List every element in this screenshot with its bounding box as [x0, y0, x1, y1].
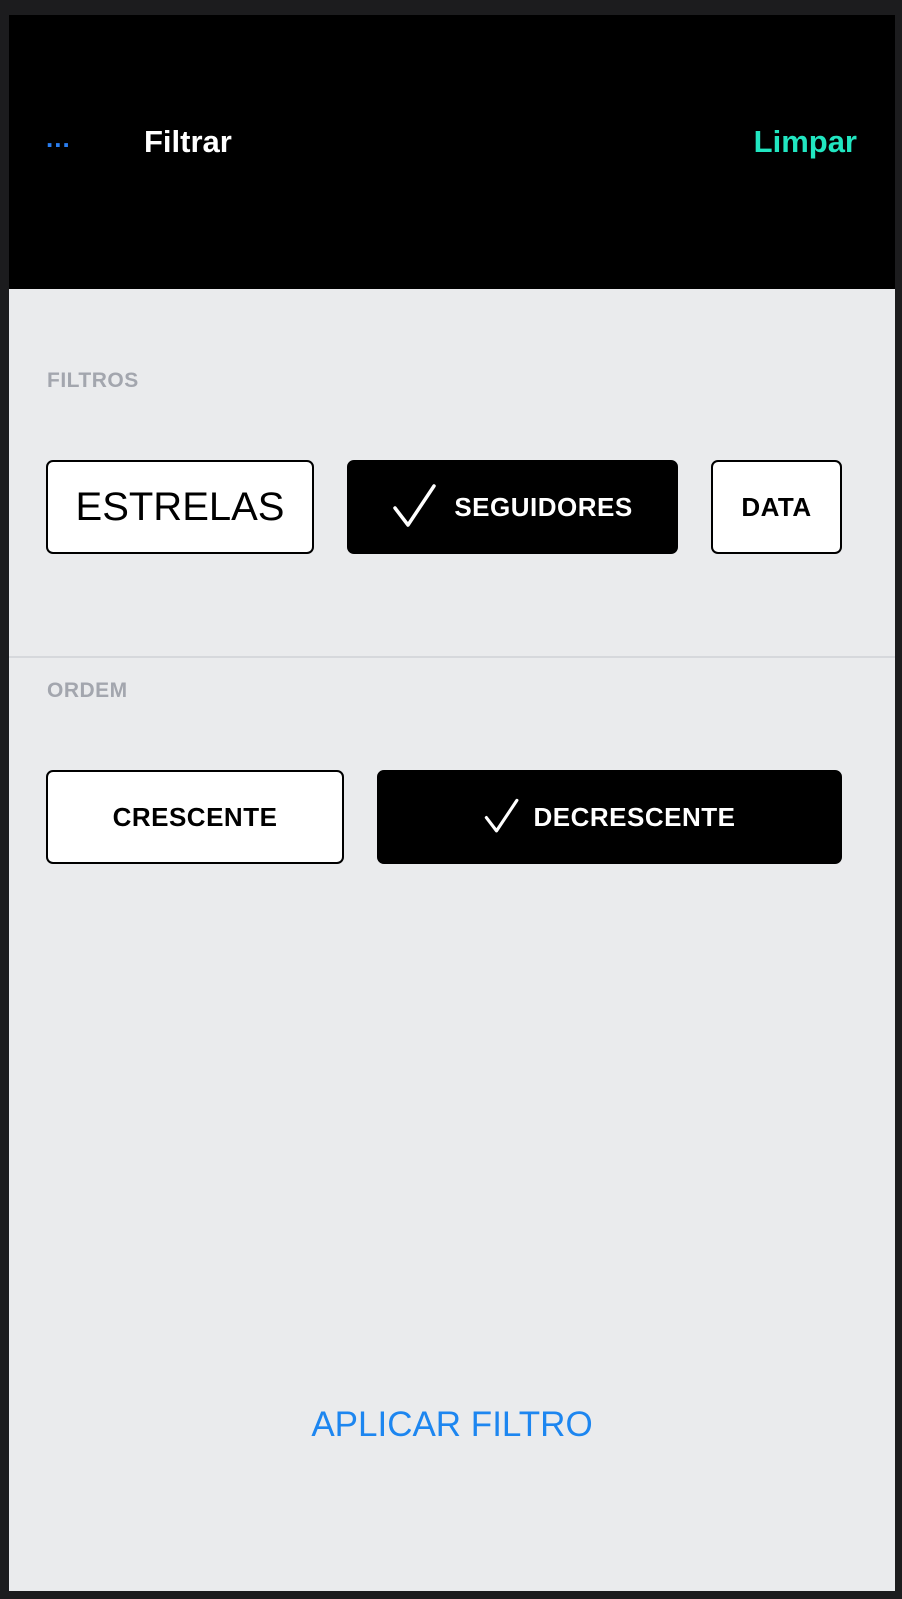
filter-option-label: ESTRELAS [75, 484, 285, 529]
navigation-bar: ... Filtrar Limpar [9, 15, 895, 289]
checkmark-icon [393, 484, 437, 527]
page-title: Filtrar [144, 124, 232, 159]
apply-filter-button[interactable]: APLICAR FILTRO [9, 1405, 895, 1445]
filter-option-estrelas[interactable]: ESTRELAS [46, 460, 314, 554]
filter-option-seguidores[interactable]: SEGUIDORES [347, 460, 678, 554]
order-option-label: CRESCENTE [112, 801, 278, 832]
order-option-label: DECRESCENTE [533, 801, 736, 832]
filter-option-data[interactable]: DATA [711, 460, 842, 554]
section-divider [9, 656, 895, 658]
filter-screen: ... Filtrar Limpar FILTROS ESTRELAS SEGU… [9, 15, 895, 1591]
checkmark-icon [484, 798, 518, 833]
order-option-crescente[interactable]: CRESCENTE [46, 770, 344, 864]
clear-button[interactable]: Limpar [754, 124, 857, 160]
order-option-decrescente[interactable]: DECRESCENTE [377, 770, 842, 864]
filter-option-label: DATA [741, 491, 812, 522]
filters-section-label: FILTROS [47, 369, 139, 392]
filter-option-label: SEGUIDORES [454, 491, 633, 522]
back-button[interactable]: ... [46, 123, 71, 153]
order-section-label: ORDEM [47, 679, 128, 702]
